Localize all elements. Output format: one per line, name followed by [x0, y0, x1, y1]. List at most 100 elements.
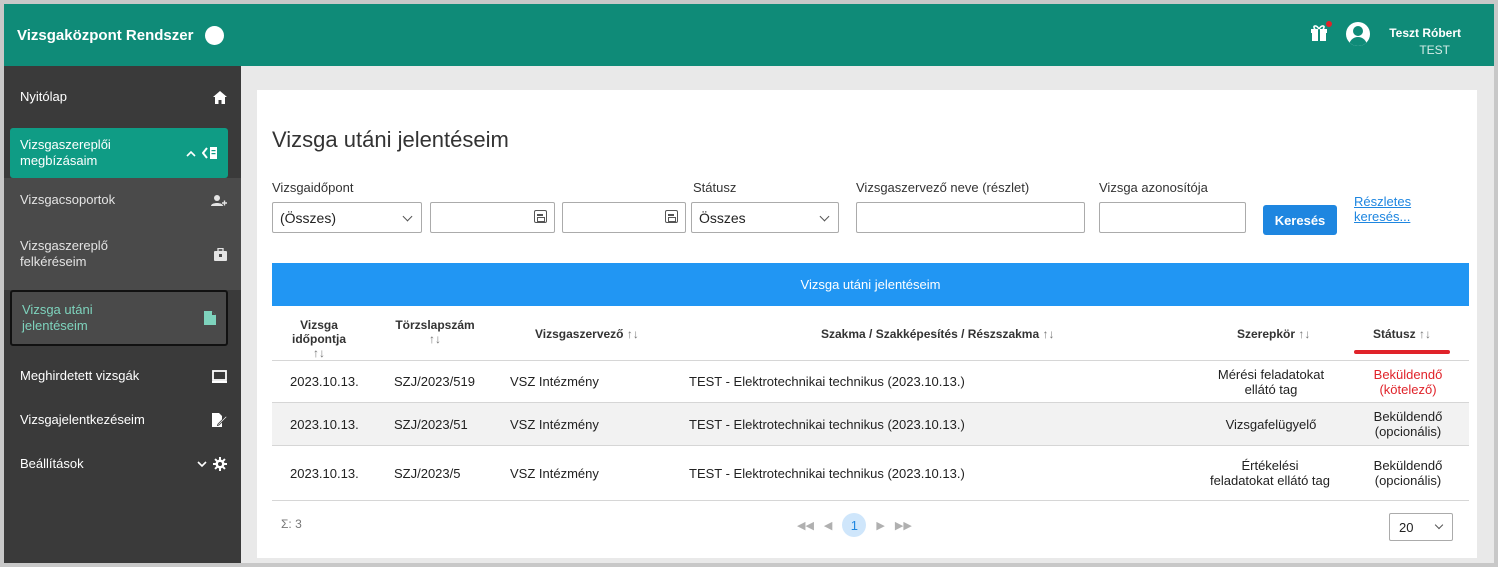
group-icon	[211, 194, 227, 207]
sidebar-item-assignments[interactable]: Vizsgaszereplői megbízásaim	[10, 128, 228, 178]
sort-icon[interactable]: ↑↓	[313, 346, 325, 360]
sort-icon[interactable]: ↑↓	[1419, 327, 1431, 341]
sidebar-item-label: Meghirdetett vizsgák	[20, 368, 140, 383]
sidebar-item-registrations[interactable]: Vizsgajelentkezéseim	[4, 404, 241, 436]
col-header-profession[interactable]: Szakma / Szakképesítés / Részszakma ↑↓	[821, 327, 1054, 341]
cell-role: Értékelési feladatokat ellátó tag	[1210, 458, 1330, 488]
sidebar-item-exam-groups[interactable]: Vizsgacsoportok	[4, 184, 241, 216]
sidebar-item-label: Vizsgaszereplő felkéréseim	[20, 238, 108, 269]
table-footer: Σ: 3 ◀◀ ◀ 1 ▶ ▶▶ 20	[272, 500, 1469, 545]
prev-page-icon[interactable]: ◀	[824, 519, 832, 532]
col-header-label: Státusz	[1373, 327, 1416, 341]
theme-toggle-icon[interactable]	[205, 25, 225, 45]
status-select[interactable]: Összes	[691, 202, 839, 233]
organizer-filter-label: Vizsgaszervező neve (részlet)	[856, 180, 1030, 195]
next-page-icon[interactable]: ▶	[876, 519, 884, 532]
sidebar-item-announced-exams[interactable]: Meghirdetett vizsgák	[4, 360, 241, 392]
sidebar-item-requests[interactable]: Vizsgaszereplő felkéréseim	[4, 232, 241, 276]
cell-profession: TEST - Elektrotechnikai technikus (2023.…	[689, 416, 965, 432]
first-page-icon[interactable]: ◀◀	[797, 519, 814, 532]
cell-date: 2023.10.13.	[290, 465, 359, 481]
cell-regno: SZJ/2023/51	[394, 416, 468, 432]
cell-profession: TEST - Elektrotechnikai technikus (2023.…	[689, 465, 965, 481]
col-header-label: Szakma / Szakképesítés / Részszakma	[821, 327, 1040, 341]
cell-regno: SZJ/2023/519	[394, 374, 475, 389]
sort-icon[interactable]: ↑↓	[429, 332, 441, 346]
sidebar-item-settings[interactable]: Beállítások	[4, 448, 241, 480]
sidebar-item-home[interactable]: Nyitólap	[4, 80, 241, 114]
col-header-organizer[interactable]: Vizsgaszervező ↑↓	[535, 327, 639, 341]
user-name[interactable]: Teszt Róbert	[1389, 26, 1461, 40]
sidebar-item-label: Vizsga utáni jelentéseim	[22, 302, 93, 333]
calendar-icon[interactable]	[534, 210, 547, 223]
app-header: Vizsgaközpont Rendszer	[4, 4, 241, 66]
cell-organizer: VSZ Intézmény	[510, 374, 599, 389]
col-header-label: Vizsgaszervező	[535, 327, 624, 341]
cell-regno: SZJ/2023/5	[394, 465, 461, 481]
col-header-status[interactable]: Státusz ↑↓	[1373, 327, 1431, 341]
calendar-icon[interactable]	[665, 210, 678, 223]
user-avatar-icon[interactable]	[1346, 22, 1370, 46]
search-button[interactable]: Keresés	[1263, 205, 1337, 235]
cell-role: Mérési feladatokat ellátó tag	[1217, 366, 1325, 397]
status-highlight-underline	[1354, 350, 1450, 354]
cell-status: Beküldendő (kötelező)	[1373, 366, 1443, 397]
home-icon	[213, 90, 227, 104]
cell-status: Beküldendő (opcionális)	[1373, 458, 1443, 488]
sidebar-item-label: Nyitólap	[20, 89, 67, 104]
chevron-down-icon	[402, 211, 413, 222]
app-title: Vizsgaközpont Rendszer	[17, 26, 194, 44]
sort-icon[interactable]: ↑↓	[1042, 327, 1054, 341]
col-header-label: Szerepkör	[1237, 327, 1296, 341]
table-caption: Vizsga utáni jelentéseim	[272, 263, 1469, 306]
page-size-select[interactable]: 20	[1389, 513, 1453, 541]
col-header-date[interactable]: Vizsga időpontja ↑↓	[287, 318, 351, 360]
paginator: ◀◀ ◀ 1 ▶ ▶▶	[797, 513, 912, 537]
date-from-input[interactable]	[430, 202, 555, 233]
exam-id-filter-label: Vizsga azonosítója	[1099, 180, 1208, 195]
monitor-icon	[212, 369, 227, 383]
chevron-down-icon	[819, 211, 830, 222]
cell-profession: TEST - Elektrotechnikai technikus (2023.…	[689, 374, 965, 389]
sort-icon[interactable]: ↑↓	[627, 327, 639, 341]
cell-date: 2023.10.13.	[290, 416, 359, 432]
date-to-input[interactable]	[562, 202, 686, 233]
sort-icon[interactable]: ↑↓	[1298, 327, 1310, 341]
cell-date: 2023.10.13.	[290, 374, 359, 389]
last-page-icon[interactable]: ▶▶	[895, 519, 912, 532]
page-number-button[interactable]: 1	[842, 513, 867, 537]
col-header-label: Vizsga időpontja	[292, 318, 346, 346]
briefcase-icon	[214, 247, 227, 261]
gear-icon	[197, 457, 227, 471]
main-card: Vizsga utáni jelentéseim Vizsgaidőpont (…	[257, 90, 1477, 558]
page-size-value: 20	[1399, 519, 1414, 535]
advanced-search-link[interactable]: Részletes keresés...	[1354, 194, 1434, 224]
col-header-role[interactable]: Szerepkör ↑↓	[1237, 327, 1310, 341]
table-row[interactable]: 2023.10.13. SZJ/2023/5 VSZ Intézmény TES…	[272, 445, 1469, 500]
date-range-select[interactable]: (Összes)	[272, 202, 422, 233]
cell-role: Vizsgafelügyelő	[1225, 416, 1317, 432]
organizer-input[interactable]	[856, 202, 1085, 233]
date-filter-label: Vizsgaidőpont	[272, 180, 354, 195]
date-range-value: (Összes)	[280, 209, 336, 226]
sidebar-item-label: Vizsgacsoportok	[20, 192, 116, 207]
col-header-label: Törzslapszám	[395, 318, 475, 332]
col-header-regno[interactable]: Törzslapszám ↑↓	[395, 318, 475, 346]
page-title: Vizsga utáni jelentéseim	[272, 127, 509, 152]
gift-icon[interactable]	[1310, 21, 1332, 46]
sidebar-item-label: Vizsgajelentkezéseim	[20, 412, 145, 427]
status-filter-label: Státusz	[693, 180, 737, 195]
exam-id-input[interactable]	[1099, 202, 1246, 233]
user-org: TEST	[1419, 43, 1450, 57]
notification-dot	[1326, 21, 1332, 27]
sidebar-item-label: Beállítások	[20, 456, 84, 471]
sidebar-item-label: Vizsgaszereplői megbízásaim	[20, 137, 111, 168]
sidebar-item-reports[interactable]: Vizsga utáni jelentéseim	[10, 290, 228, 346]
cell-organizer: VSZ Intézmény	[510, 465, 599, 481]
cell-organizer: VSZ Intézmény	[510, 416, 599, 432]
edit-icon	[212, 413, 227, 427]
table-row[interactable]: 2023.10.13. SZJ/2023/51 VSZ Intézmény TE…	[272, 402, 1469, 445]
table-row[interactable]: 2023.10.13. SZJ/2023/519 VSZ Intézmény T…	[272, 360, 1469, 402]
cell-status: Beküldendő (opcionális)	[1373, 409, 1443, 439]
top-bar: Teszt Róbert TEST	[241, 4, 1494, 66]
